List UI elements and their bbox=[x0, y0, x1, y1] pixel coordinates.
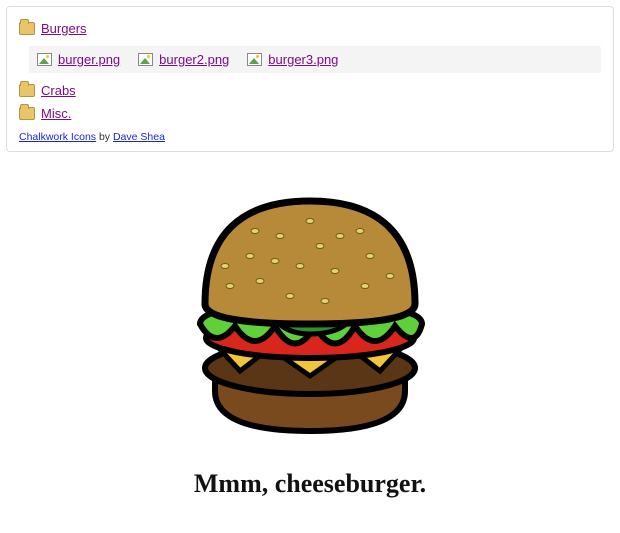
file-tree-panel: Burgers burger.png burger2.png burger3.p… bbox=[6, 6, 614, 152]
credits-author-link[interactable]: Dave Shea bbox=[113, 131, 165, 143]
folder-link-crabs[interactable]: Crabs bbox=[41, 83, 76, 98]
file-row-burgers-children: burger.png burger2.png burger3.png bbox=[29, 46, 601, 73]
folder-icon bbox=[19, 22, 35, 35]
preview-caption: Mmm, cheeseburger. bbox=[6, 469, 614, 499]
folder-icon bbox=[19, 84, 35, 97]
file-item[interactable]: burger.png bbox=[37, 52, 120, 67]
cheeseburger-image bbox=[160, 166, 460, 456]
preview-area: Mmm, cheeseburger. bbox=[6, 166, 614, 499]
file-link-burger-png[interactable]: burger.png bbox=[58, 52, 120, 67]
folder-row-crabs[interactable]: Crabs bbox=[19, 79, 601, 102]
file-item[interactable]: burger2.png bbox=[138, 52, 229, 67]
file-link-burger2-png[interactable]: burger2.png bbox=[159, 52, 229, 67]
image-icon bbox=[247, 53, 262, 66]
credits-by-text: by bbox=[96, 131, 113, 143]
credits-line: Chalkwork Icons by Dave Shea bbox=[19, 131, 601, 143]
folder-link-burgers[interactable]: Burgers bbox=[41, 21, 87, 36]
file-item[interactable]: burger3.png bbox=[247, 52, 338, 67]
folder-row-misc[interactable]: Misc. bbox=[19, 102, 601, 125]
image-icon bbox=[37, 53, 52, 66]
file-link-burger3-png[interactable]: burger3.png bbox=[268, 52, 338, 67]
image-icon bbox=[138, 53, 153, 66]
credits-icons-link[interactable]: Chalkwork Icons bbox=[19, 131, 96, 143]
folder-icon bbox=[19, 107, 35, 120]
folder-row-burgers[interactable]: Burgers bbox=[19, 17, 601, 40]
folder-link-misc[interactable]: Misc. bbox=[41, 106, 71, 121]
